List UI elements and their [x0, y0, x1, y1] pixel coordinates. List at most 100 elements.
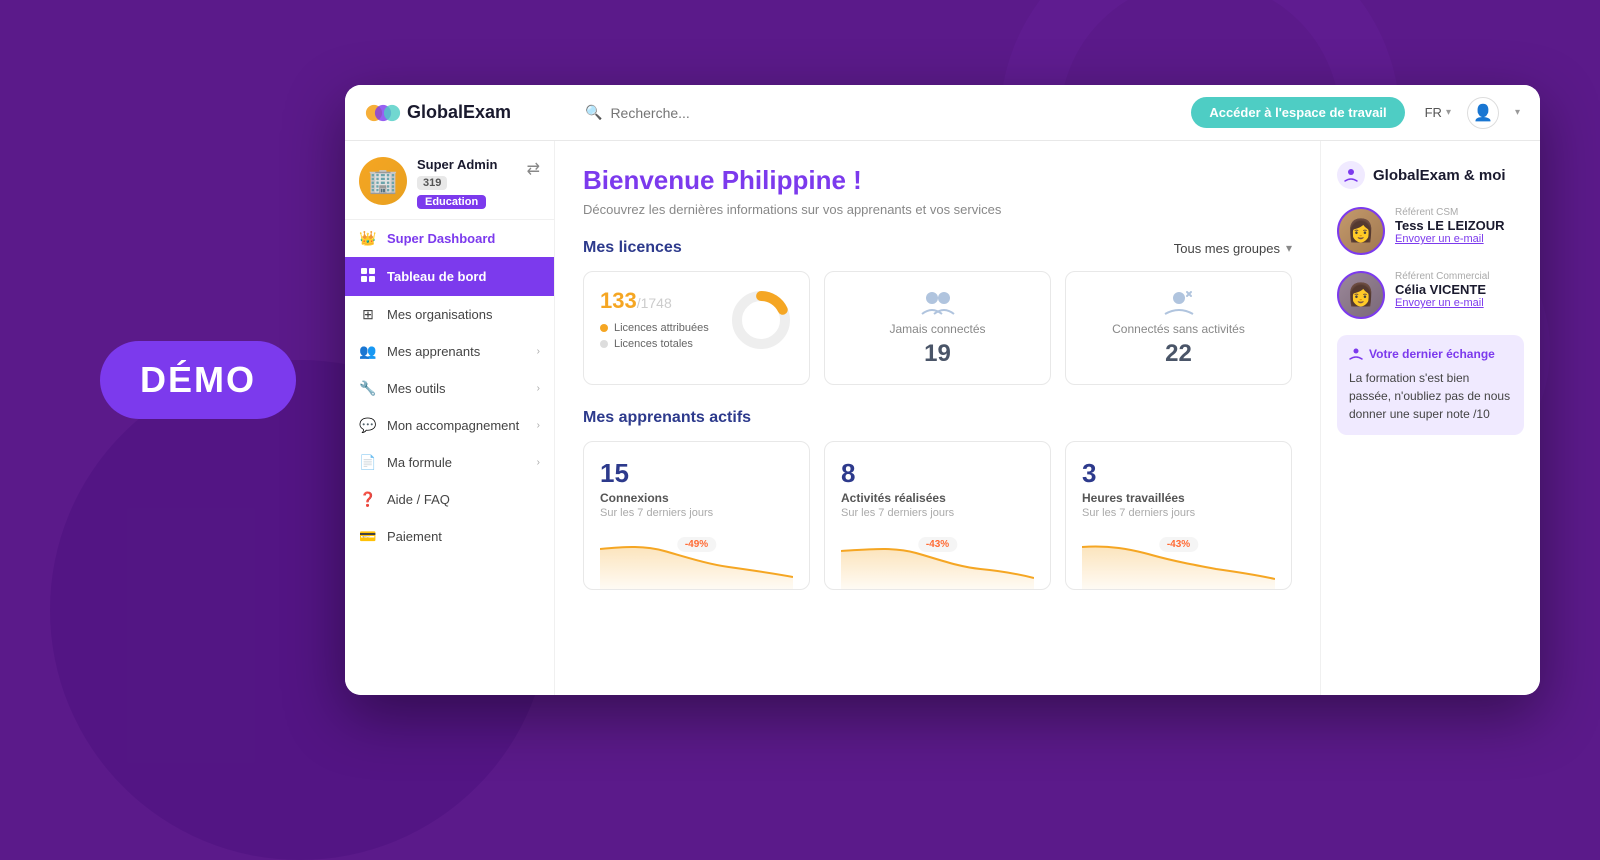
last-exchange: Votre dernier échange La formation s'est… — [1337, 335, 1524, 435]
group-label: Tous mes groupes — [1174, 241, 1280, 256]
chart-area-0: -49% — [600, 529, 793, 589]
chart-area-1: -43% — [841, 529, 1034, 589]
licence-numbers: 133/1748 — [600, 288, 715, 314]
connected-no-activity-label: Connectés sans activités — [1082, 322, 1275, 336]
sidebar: 🏢 Super Admin 319 Education ⇄ 👑 Super Da… — [345, 141, 555, 695]
never-connected-label: Jamais connectés — [841, 322, 1034, 336]
sidebar-item-tableau[interactable]: Tableau de bord — [345, 257, 554, 296]
search-input[interactable] — [610, 105, 810, 121]
demo-badge: DÉMO — [100, 341, 296, 419]
lang-chevron-icon: ▾ — [1446, 107, 1451, 118]
tag-number: 319 — [417, 176, 447, 190]
arrow-icon: › — [537, 420, 540, 431]
licences-title: Mes licences — [583, 239, 682, 257]
contact-role-commercial: Référent Commercial — [1395, 271, 1524, 282]
never-connected-icon — [841, 288, 1034, 316]
welcome-subtitle: Découvrez les dernières informations sur… — [583, 202, 1292, 217]
settings-icon[interactable]: ⇄ — [527, 159, 540, 179]
apprenant-num-1: 8 — [841, 458, 1034, 489]
payment-icon: 💳 — [359, 528, 377, 545]
apprenants-title: Mes apprenants actifs — [583, 409, 751, 427]
panel-title-icon — [1337, 161, 1365, 189]
sidebar-item-label: Mes apprenants — [387, 344, 527, 359]
sidebar-item-label: Tableau de bord — [387, 269, 540, 284]
sidebar-item-label: Paiement — [387, 529, 540, 544]
sidebar-item-apprenants[interactable]: 👥 Mes apprenants › — [345, 333, 554, 370]
dashboard-icon — [359, 267, 377, 286]
apprenants-header: Mes apprenants actifs — [583, 409, 1292, 427]
sidebar-item-accompagnement[interactable]: 💬 Mon accompagnement › — [345, 407, 554, 444]
exchange-header: Votre dernier échange — [1349, 347, 1512, 361]
apprenant-sub-0: Sur les 7 derniers jours — [600, 507, 793, 519]
never-connected-card: Jamais connectés 19 — [824, 271, 1051, 385]
apprenant-sub-1: Sur les 7 derniers jours — [841, 507, 1034, 519]
apprenant-card-2: 3 Heures travaillées Sur les 7 derniers … — [1065, 441, 1292, 590]
profile-name: Super Admin — [417, 157, 517, 172]
licence-main-card: 133/1748 Licences attribuées Licences to… — [583, 271, 810, 385]
contact-email-csm[interactable]: Envoyer un e-mail — [1395, 233, 1524, 245]
arrow-icon: › — [537, 346, 540, 357]
sidebar-item-organisations[interactable]: ⊞ Mes organisations — [345, 296, 554, 333]
sidebar-item-label: Super Dashboard — [387, 231, 540, 246]
contact-info-commercial: Référent Commercial Célia VICENTE Envoye… — [1395, 271, 1524, 319]
contact-email-commercial[interactable]: Envoyer un e-mail — [1395, 297, 1524, 309]
sidebar-item-super-dashboard[interactable]: 👑 Super Dashboard — [345, 220, 554, 257]
contact-name-commercial: Célia VICENTE — [1395, 282, 1524, 297]
contact-role-csm: Référent CSM — [1395, 207, 1524, 218]
help-icon: ❓ — [359, 491, 377, 508]
doc-icon: 📄 — [359, 454, 377, 471]
workspace-button[interactable]: Accéder à l'espace de travail — [1191, 97, 1404, 128]
users-icon: 👥 — [359, 343, 377, 360]
app-window: GlobalExam 🔍 Accéder à l'espace de trava… — [345, 85, 1540, 695]
apprenant-label-0: Connexions — [600, 491, 793, 505]
apprenant-num-0: 15 — [600, 458, 793, 489]
user-icon[interactable]: 👤 — [1467, 97, 1499, 129]
search-area: 🔍 — [565, 104, 1191, 121]
group-chevron-icon: ▾ — [1286, 241, 1292, 255]
logo-icon — [365, 101, 401, 125]
logo-text: GlobalExam — [407, 102, 511, 123]
avatar-commercial: 👩 — [1337, 271, 1385, 319]
licence-legend: Licences attribuées Licences totales — [600, 322, 715, 350]
lang-selector[interactable]: FR ▾ — [1425, 105, 1451, 120]
chart-area-2: -43% — [1082, 529, 1275, 589]
arrow-icon: › — [537, 383, 540, 394]
sidebar-item-label: Aide / FAQ — [387, 492, 540, 507]
main-content: Bienvenue Philippine ! Découvrez les der… — [555, 141, 1320, 695]
apprenant-label-2: Heures travaillées — [1082, 491, 1275, 505]
logo-area: GlobalExam — [365, 101, 565, 125]
legend-assigned: Licences attribuées — [600, 322, 715, 334]
avatar-csm: 👩 — [1337, 207, 1385, 255]
arrow-icon: › — [537, 457, 540, 468]
contact-csm: 👩 Référent CSM Tess LE LEIZOUR Envoyer u… — [1337, 207, 1524, 255]
avatar: 🏢 — [359, 157, 407, 205]
panel-title: GlobalExam & moi — [1337, 161, 1524, 189]
connected-no-activity-count: 22 — [1082, 340, 1275, 368]
sidebar-item-formule[interactable]: 📄 Ma formule › — [345, 444, 554, 481]
apprenant-label-1: Activités réalisées — [841, 491, 1034, 505]
header: GlobalExam 🔍 Accéder à l'espace de trava… — [345, 85, 1540, 141]
trend-badge-0: -49% — [677, 537, 716, 552]
sidebar-item-label: Mon accompagnement — [387, 418, 527, 433]
app-body: 🏢 Super Admin 319 Education ⇄ 👑 Super Da… — [345, 141, 1540, 695]
trend-badge-2: -43% — [1159, 537, 1198, 552]
sidebar-profile: 🏢 Super Admin 319 Education ⇄ — [345, 141, 554, 220]
crown-icon: 👑 — [359, 230, 377, 247]
profile-info: Super Admin 319 Education — [417, 157, 517, 209]
sidebar-item-aide[interactable]: ❓ Aide / FAQ — [345, 481, 554, 518]
licence-count: 133 — [600, 288, 637, 313]
dot-gray — [600, 340, 608, 348]
connected-icon — [1082, 288, 1275, 316]
licence-stats: 133/1748 Licences attribuées Licences to… — [600, 288, 715, 354]
sidebar-item-paiement[interactable]: 💳 Paiement — [345, 518, 554, 555]
apprenant-card-1: 8 Activités réalisées Sur les 7 derniers… — [824, 441, 1051, 590]
licence-total: /1748 — [637, 295, 672, 311]
sidebar-item-outils[interactable]: 🔧 Mes outils › — [345, 370, 554, 407]
tag-education: Education — [417, 195, 486, 209]
licence-donut-chart — [729, 288, 793, 352]
dot-orange — [600, 324, 608, 332]
sidebar-item-label: Mes outils — [387, 381, 527, 396]
group-selector[interactable]: Tous mes groupes ▾ — [1174, 241, 1292, 256]
licences-header: Mes licences Tous mes groupes ▾ — [583, 239, 1292, 257]
sidebar-item-label: Mes organisations — [387, 307, 540, 322]
